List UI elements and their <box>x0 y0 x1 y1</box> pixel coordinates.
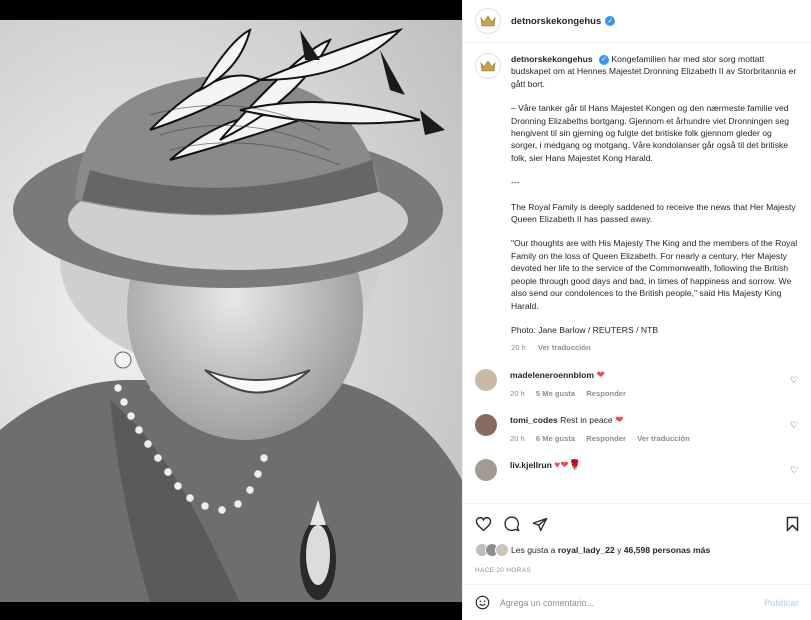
verified-icon: ✓ <box>605 16 616 26</box>
comment-username[interactable]: liv.kjellrun <box>510 460 552 470</box>
liker-avatar <box>495 543 509 557</box>
comment-avatar[interactable] <box>475 368 497 391</box>
header-username[interactable]: detnorskekongehus <box>511 16 601 27</box>
share-icon[interactable] <box>532 517 548 532</box>
comment-input[interactable]: Agrega un comentario... <box>500 598 764 608</box>
comment-avatar[interactable] <box>475 413 497 436</box>
queen-portrait-image <box>0 20 462 602</box>
likes-user[interactable]: royal_lady_22 <box>558 545 615 555</box>
comment-item: madeleneroennblom ❤ 20 h 5 Me gusta Resp… <box>475 368 799 400</box>
publish-button[interactable]: Publicar <box>764 598 799 608</box>
reply-button[interactable]: Responder <box>586 434 626 443</box>
comment-like-heart-icon[interactable]: ♡ <box>790 420 799 430</box>
caption-separator: --- <box>511 177 520 188</box>
comment-meta: 20 h 5 Me gusta Responder <box>510 388 781 400</box>
caption-username[interactable]: detnorskekongehus <box>511 54 593 64</box>
caption-paragraph-3: The Royal Family is deeply saddened to r… <box>511 201 796 225</box>
emoji-icon[interactable] <box>475 595 490 610</box>
add-comment-bar: Agrega un comentario... Publicar <box>463 584 811 620</box>
comment-time[interactable]: 20 h <box>510 389 525 398</box>
caption-paragraph-1: detnorskekongehus ✓ Kongefamilien har me… <box>511 53 799 90</box>
comment-avatar[interactable] <box>475 458 497 481</box>
caption-paragraph-2: – Våre tanker går til Hans Majestet Kong… <box>511 103 790 163</box>
post-photo[interactable] <box>0 20 462 602</box>
likes-prefix: Les gusta a <box>511 545 556 555</box>
comment-meta: 20 h 6 Me gusta Responder Ver traducción <box>510 433 781 445</box>
comment-likes[interactable]: 5 Me gusta <box>536 389 575 398</box>
likes-joiner: y <box>617 545 622 555</box>
caption-paragraph-4: "Our thoughts are with His Majesty The K… <box>511 238 798 311</box>
likers-avatars <box>475 543 509 557</box>
post-side-panel: detnorskekongehus ✓ detnorskekongehus ✓ … <box>462 0 811 620</box>
heart-emoji: ❤ <box>596 369 605 381</box>
likes-summary: Les gusta a royal_lady_22 y 46,598 perso… <box>475 543 799 557</box>
caption: detnorskekongehus ✓ Kongefamilien har me… <box>475 53 799 355</box>
comment-username[interactable]: tomi_codes <box>510 415 558 425</box>
crown-icon <box>480 60 496 72</box>
caption-avatar[interactable] <box>475 53 501 79</box>
post-header: detnorskekongehus ✓ <box>463 0 811 43</box>
see-translation-link[interactable]: Ver traducción <box>637 434 690 443</box>
comment-like-heart-icon[interactable]: ♡ <box>790 375 799 385</box>
caption-meta: 20 h Ver traducción <box>511 342 799 354</box>
crown-icon <box>480 15 496 27</box>
comment-item: liv.kjellrun ♥❤🌹 ♡ <box>475 458 799 481</box>
caption-time[interactable]: 20 h <box>511 343 526 352</box>
comment-likes[interactable]: 6 Me gusta <box>536 434 575 443</box>
see-translation-link[interactable]: Ver traducción <box>538 343 591 352</box>
comment-like-heart-icon[interactable]: ♡ <box>790 465 799 475</box>
heart-emoji: ❤ <box>615 414 624 426</box>
photo-pane <box>0 0 462 620</box>
comment-item: tomi_codes Rest in peace ❤ 20 h 6 Me gus… <box>475 413 799 445</box>
likes-count[interactable]: 46,598 personas más <box>624 545 710 555</box>
reply-button[interactable]: Responder <box>586 389 626 398</box>
comment-time[interactable]: 20 h <box>510 434 525 443</box>
comment-icon[interactable] <box>504 516 520 532</box>
verified-icon: ✓ <box>599 54 610 65</box>
account-avatar[interactable] <box>475 8 501 34</box>
comment-text: Rest in peace <box>560 414 613 425</box>
caption-credit: Photo: Jane Barlow / REUTERS / NTB <box>511 324 659 335</box>
heart-icon[interactable] <box>475 516 492 532</box>
post-time-ago[interactable]: HACE 20 HORAS <box>475 567 799 574</box>
action-icons <box>475 514 799 534</box>
bookmark-icon[interactable] <box>786 516 799 532</box>
comment-username[interactable]: madeleneroennblom <box>510 370 594 380</box>
comments-scroll-area[interactable]: detnorskekongehus ✓ Kongefamilien har me… <box>463 43 811 503</box>
emoji-text: ♥❤🌹 <box>554 459 582 471</box>
post-actions: Les gusta a royal_lady_22 y 46,598 perso… <box>463 503 811 583</box>
